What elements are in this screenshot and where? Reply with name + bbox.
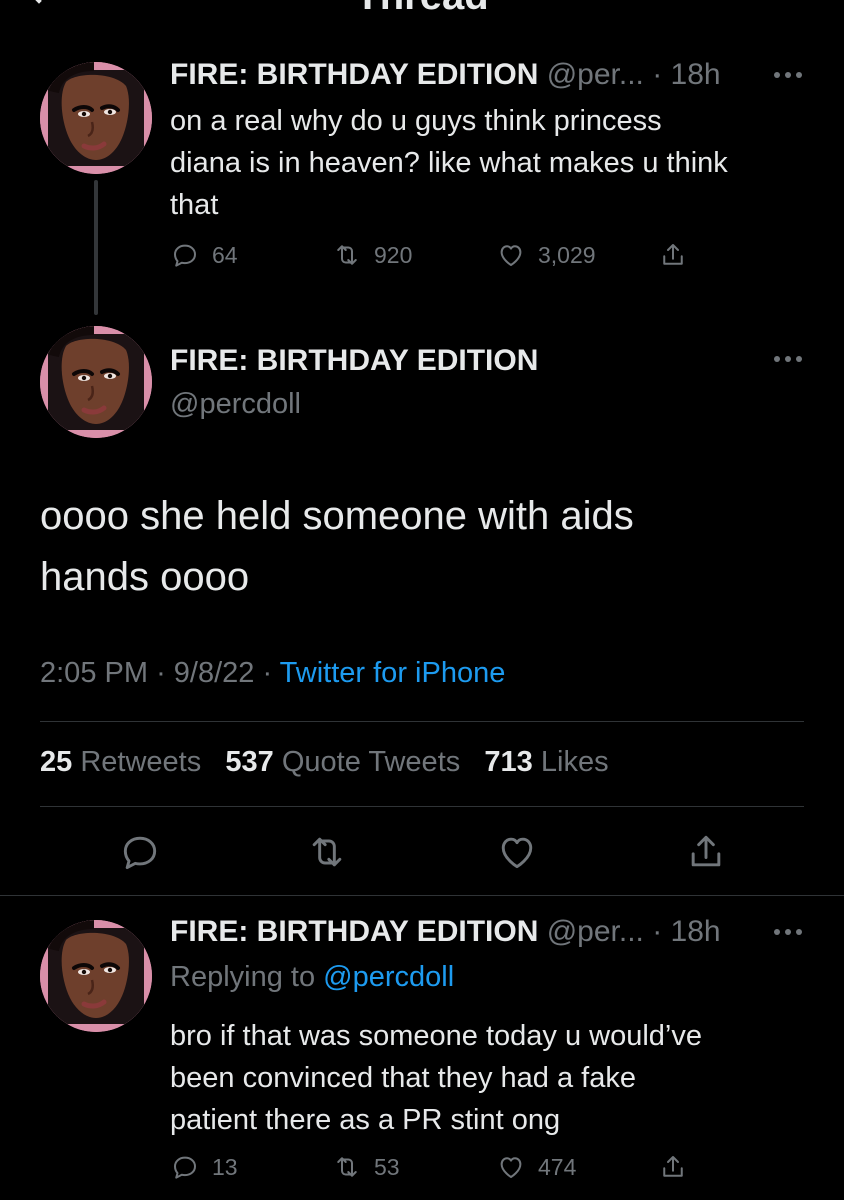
tweet-date: · 9/8/22 · <box>156 657 273 689</box>
retweet-count: 920 <box>374 241 413 268</box>
share-icon <box>684 830 728 874</box>
like-button[interactable] <box>495 830 539 874</box>
quote-tweets-stat[interactable]: 537 Quote Tweets <box>225 746 460 778</box>
retweet-icon <box>332 240 362 270</box>
retweet-icon <box>305 830 349 874</box>
retweet-button[interactable]: 920 <box>332 240 412 270</box>
likes-stat[interactable]: 713 Likes <box>484 746 608 778</box>
tweet-text: on a real why do u guys think princess d… <box>170 105 728 221</box>
divider <box>40 721 804 722</box>
thread-connector-line <box>94 180 98 315</box>
handle[interactable]: @per... <box>547 58 644 91</box>
share-button[interactable] <box>658 1152 688 1182</box>
avatar[interactable] <box>40 920 152 1032</box>
retweet-button[interactable]: 53 <box>332 1152 400 1182</box>
like-count: 474 <box>538 1153 577 1180</box>
divider <box>0 895 844 896</box>
top-bar: Thread <box>0 0 844 18</box>
share-button[interactable] <box>658 240 688 270</box>
share-icon <box>658 240 688 270</box>
display-name[interactable]: FIRE: BIRTHDAY EDITION <box>170 915 538 948</box>
like-count: 3,029 <box>538 241 596 268</box>
main-tweet-actions <box>0 830 844 880</box>
more-icon[interactable] <box>774 929 802 937</box>
page-title: Thread <box>0 0 844 19</box>
reply-tweet-actions: 13 53 474 <box>170 1152 730 1192</box>
reply-count: 64 <box>212 241 238 268</box>
display-name[interactable]: FIRE: BIRTHDAY EDITION <box>170 344 538 378</box>
share-button[interactable] <box>684 830 728 874</box>
heart-icon <box>496 240 526 270</box>
heart-icon <box>496 1152 526 1182</box>
avatar[interactable] <box>40 326 152 438</box>
heart-icon <box>495 830 539 874</box>
display-name[interactable]: FIRE: BIRTHDAY EDITION <box>170 58 538 91</box>
parent-tweet-actions: 64 920 3,029 <box>170 240 730 280</box>
reply-icon <box>170 240 200 270</box>
main-tweet-text: oooo she held someone with aids hands oo… <box>40 494 634 599</box>
retweets-stat[interactable]: 25 Retweets <box>40 746 201 778</box>
like-button[interactable]: 3,029 <box>496 240 596 270</box>
retweet-count: 53 <box>374 1153 400 1180</box>
replying-to: Replying to @percdoll <box>170 961 455 993</box>
more-icon[interactable] <box>774 72 802 80</box>
reply-icon <box>170 1152 200 1182</box>
divider <box>40 806 804 807</box>
like-button[interactable]: 474 <box>496 1152 576 1182</box>
reply-button[interactable]: 64 <box>170 240 238 270</box>
reply-count: 13 <box>212 1153 238 1180</box>
avatar[interactable] <box>40 62 152 174</box>
tweet-text: bro if that was someone today u would’ve… <box>170 1020 702 1136</box>
retweet-button[interactable] <box>305 830 349 874</box>
share-icon <box>658 1152 688 1182</box>
reply-button[interactable]: 13 <box>170 1152 238 1182</box>
retweet-icon <box>332 1152 362 1182</box>
reply-icon <box>118 830 162 874</box>
tweet-source-link[interactable]: Twitter for iPhone <box>280 657 506 689</box>
tweet-stats: 25 Retweets 537 Quote Tweets 713 Likes <box>40 746 609 779</box>
reply-button[interactable] <box>118 830 162 874</box>
more-icon[interactable] <box>774 356 802 364</box>
timestamp[interactable]: · 18h <box>652 58 720 91</box>
tweet-meta: 2:05 PM · 9/8/22 · Twitter for iPhone <box>40 657 505 690</box>
handle[interactable]: @percdoll <box>170 388 301 421</box>
handle[interactable]: @per... <box>547 915 644 948</box>
tweet-time: 2:05 PM <box>40 657 148 689</box>
replying-to-link[interactable]: @percdoll <box>323 961 454 993</box>
timestamp[interactable]: · 18h <box>652 915 720 948</box>
